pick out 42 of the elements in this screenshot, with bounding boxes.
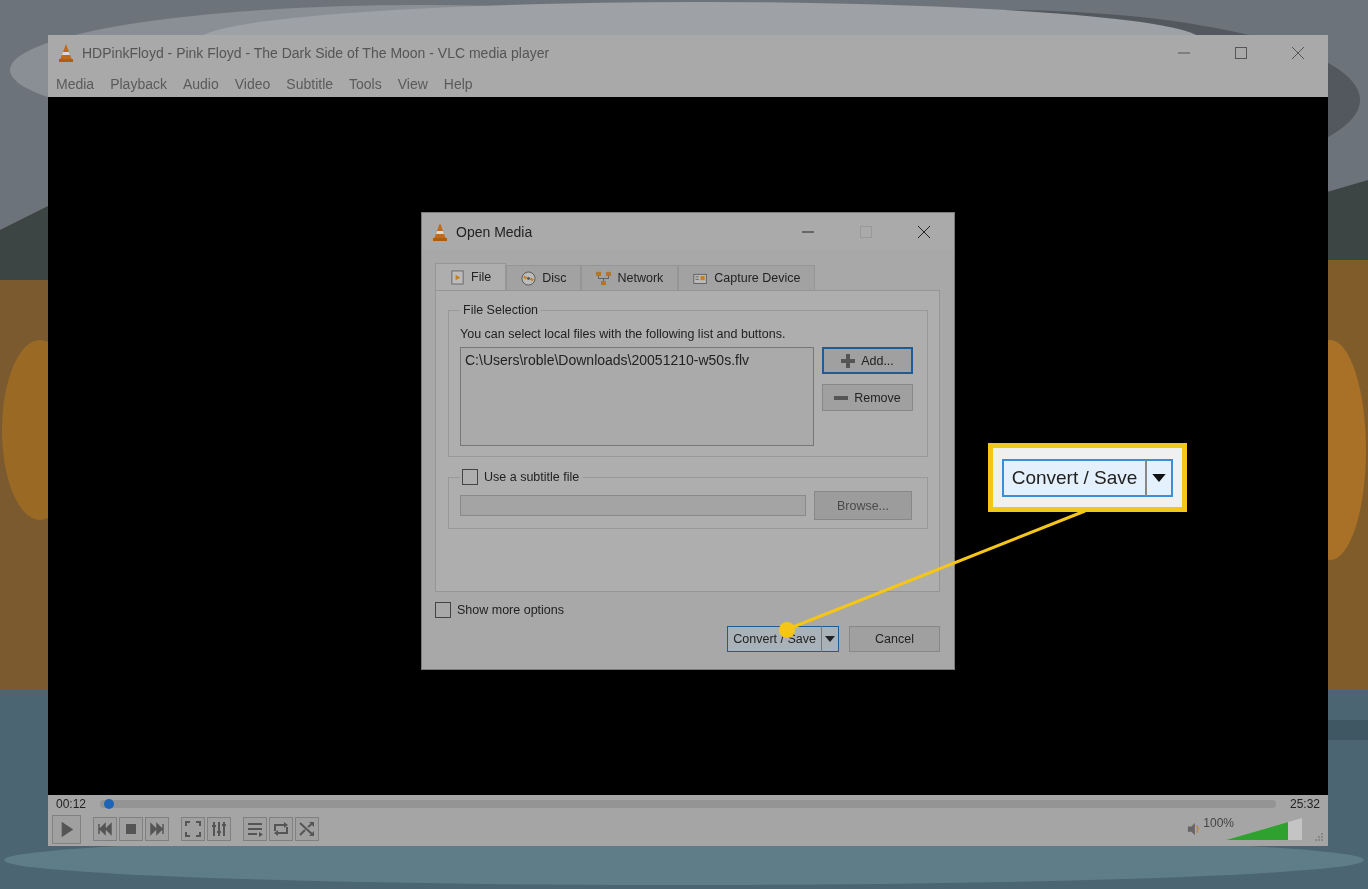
cancel-button[interactable]: Cancel (849, 626, 940, 652)
tab[interactable]: Capture Device (678, 265, 816, 290)
fullscreen-icon[interactable] (181, 817, 205, 841)
checkbox-label: Show more options (457, 603, 564, 617)
file-icon (450, 269, 465, 285)
remove-button[interactable]: Remove (822, 384, 913, 411)
group-title: File Selection (462, 303, 540, 317)
cone-icon (58, 43, 74, 62)
previous-icon[interactable] (93, 817, 117, 841)
browse-button: Browse... (814, 491, 912, 520)
stop-icon[interactable] (119, 817, 143, 841)
disc-icon (521, 270, 537, 286)
checkbox[interactable] (435, 602, 451, 618)
dialog-title: Open Media (456, 223, 533, 240)
close-icon[interactable] (918, 225, 930, 238)
checkbox[interactable] (462, 469, 478, 485)
volume-reading: 100% (1203, 816, 1234, 830)
maximize-icon[interactable] (1235, 46, 1247, 59)
resize-grip-icon[interactable] (1314, 832, 1324, 842)
close-icon[interactable] (1292, 46, 1304, 59)
cone-icon (432, 222, 448, 241)
elapsed-time: 00:12 (56, 796, 87, 811)
tab[interactable]: File (435, 263, 507, 290)
tab[interactable]: Disc (506, 265, 582, 290)
plus-icon (841, 353, 856, 368)
file-list[interactable]: C:\Users\roble\Downloads\20051210-w50s.flv (460, 347, 814, 446)
next-icon[interactable] (145, 817, 169, 841)
network-icon (596, 270, 612, 286)
playlist-icon[interactable] (243, 817, 267, 841)
add-button[interactable]: Add... (822, 347, 913, 374)
loop-icon[interactable] (269, 817, 293, 841)
play-icon[interactable] (52, 814, 81, 844)
caret-icon[interactable] (821, 626, 838, 652)
window-title: HDPinkFloyd - Pink Floyd - The Dark Side of The Moon - VLC media player (82, 44, 550, 61)
checkbox-label: Use a subtitle file (484, 470, 580, 484)
file-list-item[interactable]: C:\Users\roble\Downloads\20051210-w50s.flv (465, 352, 809, 368)
convert-save-button[interactable]: Convert / Save (1001, 458, 1174, 497)
shuffle-icon[interactable] (295, 817, 319, 841)
hint-text: You can select local files with the following list and buttons. (460, 327, 787, 341)
tab[interactable]: Network (581, 265, 679, 290)
total-time: 25:32 (1289, 796, 1320, 811)
equalizer-icon[interactable] (207, 817, 231, 841)
